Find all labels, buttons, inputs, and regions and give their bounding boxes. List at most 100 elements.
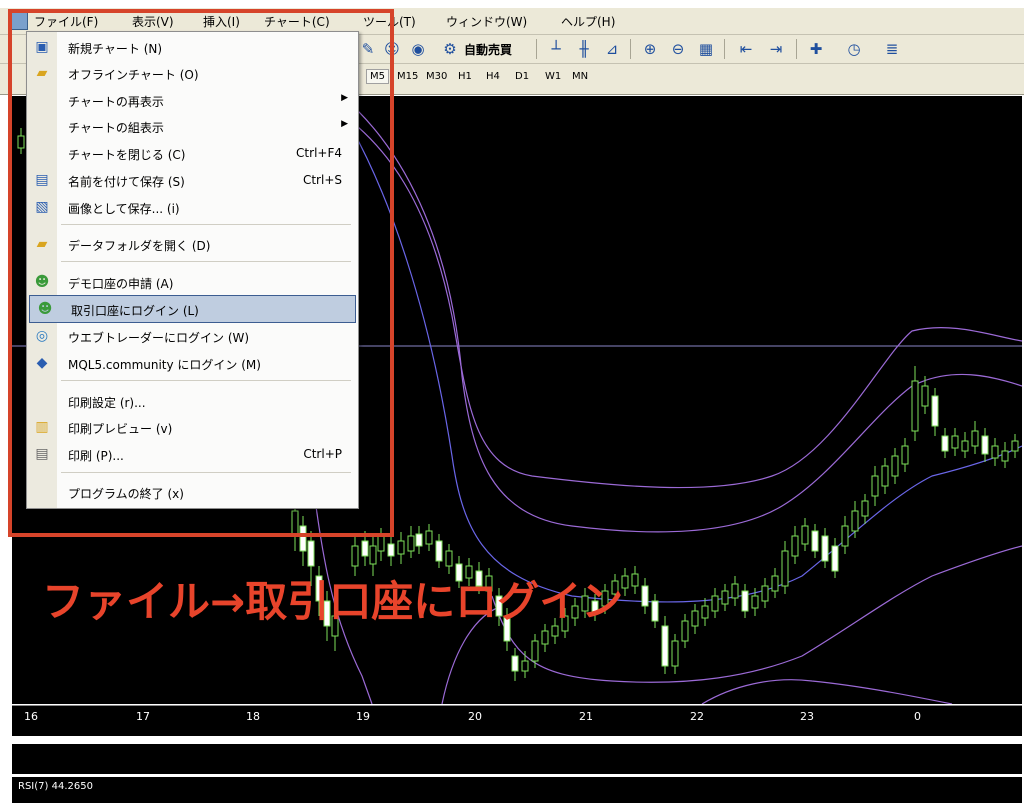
indicators-icon[interactable]: ✚ bbox=[806, 39, 826, 59]
date-label: 17 bbox=[136, 710, 150, 723]
menu-item-login-trade-account[interactable]: ☻ 取引口座にログイン (L) bbox=[29, 295, 356, 323]
menu-window[interactable]: ウィンドウ(W) bbox=[446, 13, 527, 30]
auto-trade-icon[interactable]: ⚙ bbox=[440, 39, 460, 59]
candle-body bbox=[661, 625, 669, 667]
menu-item-print[interactable]: ▤ 印刷 (P)... Ctrl+P bbox=[27, 441, 358, 467]
band-lower-3 bbox=[701, 679, 953, 704]
menu-item-offline-chart[interactable]: ▰ オフラインチャート (O) bbox=[27, 60, 358, 86]
candle-body bbox=[641, 585, 649, 607]
date-label: 19 bbox=[356, 710, 370, 723]
candle-body bbox=[751, 595, 759, 609]
menu-separator bbox=[61, 380, 351, 381]
candle-body bbox=[901, 445, 909, 465]
menu-item-chart-profiles[interactable]: チャートの組表示 ▶ bbox=[27, 113, 358, 139]
candle-body bbox=[701, 605, 709, 619]
menu-item-login-mql5[interactable]: ◆ MQL5.community にログイン (M) bbox=[27, 350, 358, 376]
menu-item-login-web-trader[interactable]: ◎ ウエブトレーダーにログイン (W) bbox=[27, 323, 358, 349]
menu-item-refresh-chart[interactable]: チャートの再表示 ▶ bbox=[27, 87, 358, 113]
timeframe-m30[interactable]: M30 bbox=[426, 71, 447, 82]
timeframe-mn[interactable]: MN bbox=[572, 71, 588, 82]
save-image-icon: ▧ bbox=[35, 199, 49, 215]
templates-icon[interactable]: ≣ bbox=[882, 39, 902, 59]
submenu-arrow-icon: ▶ bbox=[341, 93, 348, 103]
candle-body bbox=[881, 465, 889, 487]
menu-file[interactable]: ファイル(F) bbox=[34, 13, 98, 30]
menu-item-open-demo-account[interactable]: ☻ デモ口座の申請 (A) bbox=[27, 269, 358, 295]
candle-body bbox=[931, 395, 939, 427]
timeframe-h1[interactable]: H1 bbox=[458, 71, 472, 82]
candle-body bbox=[831, 545, 839, 572]
date-label: 0 bbox=[914, 710, 921, 723]
date-label: 23 bbox=[800, 710, 814, 723]
date-label: 18 bbox=[246, 710, 260, 723]
candlestick-icon[interactable]: ╫ bbox=[574, 39, 594, 59]
menu-item-page-setup[interactable]: 印刷設定 (r)... bbox=[27, 388, 358, 414]
candle-body bbox=[991, 445, 999, 459]
candle-body bbox=[841, 525, 849, 547]
timeframe-m5[interactable]: M5 bbox=[366, 69, 389, 84]
folder-open-icon: ▰ bbox=[36, 65, 48, 81]
auto-scroll-icon[interactable]: ⇤ bbox=[736, 39, 756, 59]
candle-body bbox=[351, 545, 359, 567]
menu-item-save-as[interactable]: ▤ 名前を付けて保存 (S) Ctrl+S bbox=[27, 167, 358, 193]
candle-body bbox=[911, 380, 919, 432]
save-icon: ▤ bbox=[35, 172, 49, 188]
folder-icon: ▰ bbox=[36, 236, 48, 252]
date-label: 20 bbox=[468, 710, 482, 723]
candle-body bbox=[17, 135, 25, 149]
shortcut-label: Ctrl+F4 bbox=[296, 146, 342, 160]
menu-item-new-chart[interactable]: ▣ 新規チャート (N) bbox=[27, 34, 358, 60]
chart-shift-icon[interactable]: ⇥ bbox=[766, 39, 786, 59]
menu-tools[interactable]: ツール(T) bbox=[363, 13, 416, 30]
app-icon[interactable] bbox=[10, 12, 28, 30]
candle-body bbox=[521, 660, 529, 672]
shortcut-label: Ctrl+P bbox=[303, 447, 342, 461]
menu-insert[interactable]: 挿入(I) bbox=[203, 13, 240, 30]
timeframe-w1[interactable]: W1 bbox=[545, 71, 561, 82]
menu-item-exit[interactable]: プログラムの終了 (x) bbox=[27, 479, 358, 505]
candle-body bbox=[415, 533, 423, 547]
zoom-out-icon[interactable]: ⊖ bbox=[668, 39, 688, 59]
band-upper-1 bbox=[341, 96, 1022, 533]
candle-body bbox=[691, 610, 699, 627]
bar-chart-icon[interactable]: ┴ bbox=[546, 39, 566, 59]
candle-body bbox=[981, 435, 989, 455]
periods-icon[interactable]: ◷ bbox=[844, 39, 864, 59]
timeframe-d1[interactable]: D1 bbox=[515, 71, 529, 82]
candle-body bbox=[541, 630, 549, 645]
menu-chart[interactable]: チャート(C) bbox=[264, 13, 330, 30]
rsi-subwindow[interactable]: RSI(7) 44.2650 bbox=[12, 775, 1022, 803]
indicator-subwindow[interactable] bbox=[12, 742, 1022, 774]
timeframe-m15[interactable]: M15 bbox=[397, 71, 418, 82]
auto-trade-label[interactable]: 自動売買 bbox=[464, 41, 512, 58]
zoom-in-icon[interactable]: ⊕ bbox=[640, 39, 660, 59]
candle-body bbox=[771, 575, 779, 592]
menu-item-open-data-folder[interactable]: ▰ データフォルダを開く (D) bbox=[27, 231, 358, 257]
candle-body bbox=[681, 620, 689, 642]
candle-body bbox=[307, 540, 315, 567]
menu-separator bbox=[61, 472, 351, 473]
signal-icon[interactable]: ◉ bbox=[408, 39, 428, 59]
pencil-icon[interactable]: ✎ bbox=[358, 39, 378, 59]
menu-item-close-chart[interactable]: チャートを閉じる (C) Ctrl+F4 bbox=[27, 140, 358, 166]
printer-icon: ▤ bbox=[35, 446, 49, 462]
candle-body bbox=[871, 475, 879, 497]
menu-view[interactable]: 表示(V) bbox=[132, 13, 174, 30]
date-label: 16 bbox=[24, 710, 38, 723]
date-axis: 16 17 18 19 20 21 22 23 0 bbox=[12, 705, 1022, 736]
candle-body bbox=[425, 530, 433, 545]
file-menu-dropdown: ▣ 新規チャート (N) ▰ オフラインチャート (O) チャートの再表示 ▶ … bbox=[26, 31, 359, 509]
candle-body bbox=[299, 525, 307, 552]
menu-separator bbox=[61, 261, 351, 262]
candle-body bbox=[531, 640, 539, 662]
navigator-icon[interactable]: ☺ bbox=[382, 39, 402, 59]
candle-body bbox=[511, 655, 519, 672]
tile-windows-icon[interactable]: ▦ bbox=[696, 39, 716, 59]
candle-body bbox=[711, 595, 719, 612]
line-chart-icon[interactable]: ⊿ bbox=[602, 39, 622, 59]
menu-item-save-as-picture[interactable]: ▧ 画像として保存... (i) bbox=[27, 194, 358, 220]
menu-help[interactable]: ヘルプ(H) bbox=[561, 13, 615, 30]
candle-body bbox=[731, 583, 739, 599]
menu-item-print-preview[interactable]: ▥ 印刷プレビュー (v) bbox=[27, 414, 358, 440]
timeframe-h4[interactable]: H4 bbox=[486, 71, 500, 82]
